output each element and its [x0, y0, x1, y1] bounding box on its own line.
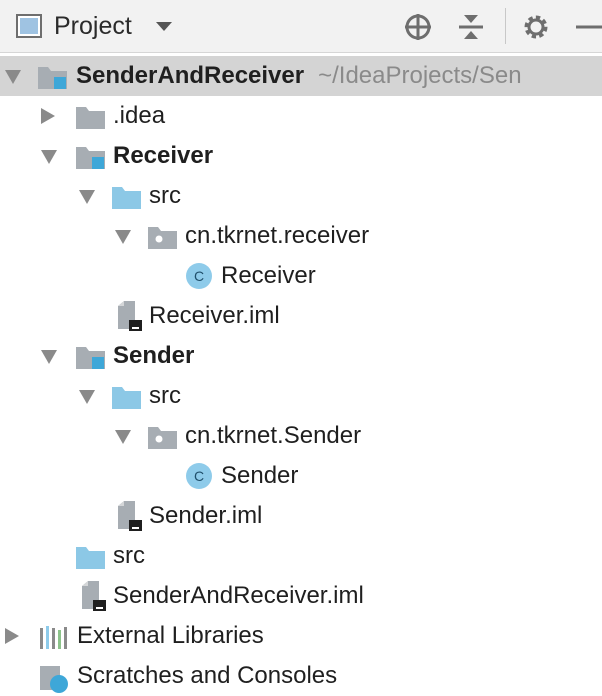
tree-row-receiver-src[interactable]: src	[0, 176, 602, 216]
gear-icon[interactable]	[521, 12, 551, 42]
expand-arrow-icon[interactable]	[115, 230, 131, 244]
tree-label: cn.tkrnet.Sender	[185, 422, 362, 449]
project-path: ~/IdeaProjects/Sen	[318, 62, 522, 89]
tree-row-receiver-package[interactable]: cn.tkrnet.receiver	[0, 216, 602, 256]
tree-label: SenderAndReceiver	[76, 62, 305, 89]
class-icon: C	[186, 463, 212, 489]
tree-row-idea[interactable]: .idea	[0, 96, 602, 136]
tree-label: .idea	[113, 102, 166, 129]
package-icon	[148, 227, 177, 249]
tree-row-sender-iml[interactable]: Sender.iml	[0, 496, 602, 536]
tree-label: src	[113, 542, 145, 569]
tree-label: cn.tkrnet.receiver	[185, 222, 370, 249]
tree-label: Sender	[221, 462, 299, 489]
tree-row-receiver-class[interactable]: C Receiver	[0, 256, 602, 296]
toolbar-divider	[505, 8, 506, 44]
tree-label: SenderAndReceiver.iml	[113, 582, 364, 609]
tree-label: External Libraries	[77, 622, 264, 649]
expand-arrow-icon[interactable]	[79, 190, 95, 204]
tree-label: src	[149, 182, 181, 209]
tree-row-receiver-iml[interactable]: Receiver.iml	[0, 296, 602, 336]
tree-label: Receiver.iml	[149, 302, 280, 329]
tree-row-sender-src[interactable]: src	[0, 376, 602, 416]
tree-label: src	[149, 382, 181, 409]
folder-icon	[76, 107, 105, 129]
module-folder-icon	[76, 147, 105, 169]
tree-row-root-src[interactable]: src	[0, 536, 602, 576]
source-folder-icon	[112, 387, 141, 409]
package-icon	[148, 427, 177, 449]
tree-row-sender-module[interactable]: Sender	[0, 336, 602, 376]
minimize-icon[interactable]	[574, 12, 602, 42]
collapse-all-icon[interactable]	[456, 12, 486, 42]
expand-arrow-icon[interactable]	[115, 430, 131, 444]
view-mode-icon[interactable]	[16, 14, 42, 38]
scratches-icon	[40, 666, 68, 693]
tree-row-sender-class[interactable]: C Sender	[0, 456, 602, 496]
panel-title[interactable]: Project	[54, 12, 132, 40]
collapse-arrow-icon[interactable]	[41, 108, 55, 124]
class-icon: C	[186, 263, 212, 289]
svg-text:C: C	[194, 268, 204, 284]
tree-row-external-libraries[interactable]: External Libraries	[0, 616, 602, 656]
source-folder-icon	[112, 187, 141, 209]
expand-arrow-icon[interactable]	[41, 150, 57, 164]
tree-label: Scratches and Consoles	[77, 662, 338, 689]
svg-text:C: C	[194, 468, 204, 484]
chevron-down-icon[interactable]	[156, 22, 172, 31]
iml-file-icon	[82, 581, 106, 611]
expand-arrow-icon[interactable]	[41, 350, 57, 364]
tree-label: Sender	[113, 342, 195, 369]
tree-row-scratches[interactable]: Scratches and Consoles	[0, 656, 602, 696]
iml-file-icon	[118, 501, 142, 531]
tree-label: Receiver	[113, 142, 214, 169]
tree-row-root-iml[interactable]: SenderAndReceiver.iml	[0, 576, 602, 616]
project-toolbar: Project	[0, 0, 602, 53]
expand-arrow-icon[interactable]	[5, 70, 21, 84]
expand-arrow-icon[interactable]	[79, 390, 95, 404]
module-folder-icon	[76, 347, 105, 369]
tree-label: Receiver	[221, 262, 316, 289]
tree-row-sender-package[interactable]: cn.tkrnet.Sender	[0, 416, 602, 456]
collapse-arrow-icon[interactable]	[5, 628, 19, 644]
locate-icon[interactable]	[403, 12, 433, 42]
tree-row-receiver-module[interactable]: Receiver	[0, 136, 602, 176]
tree-row-project-root[interactable]: SenderAndReceiver ~/IdeaProjects/Sen	[0, 56, 602, 96]
module-folder-icon	[38, 67, 67, 89]
libraries-icon	[40, 626, 67, 649]
iml-file-icon	[118, 301, 142, 331]
source-folder-icon	[76, 547, 105, 569]
tree-label: Sender.iml	[149, 502, 263, 529]
